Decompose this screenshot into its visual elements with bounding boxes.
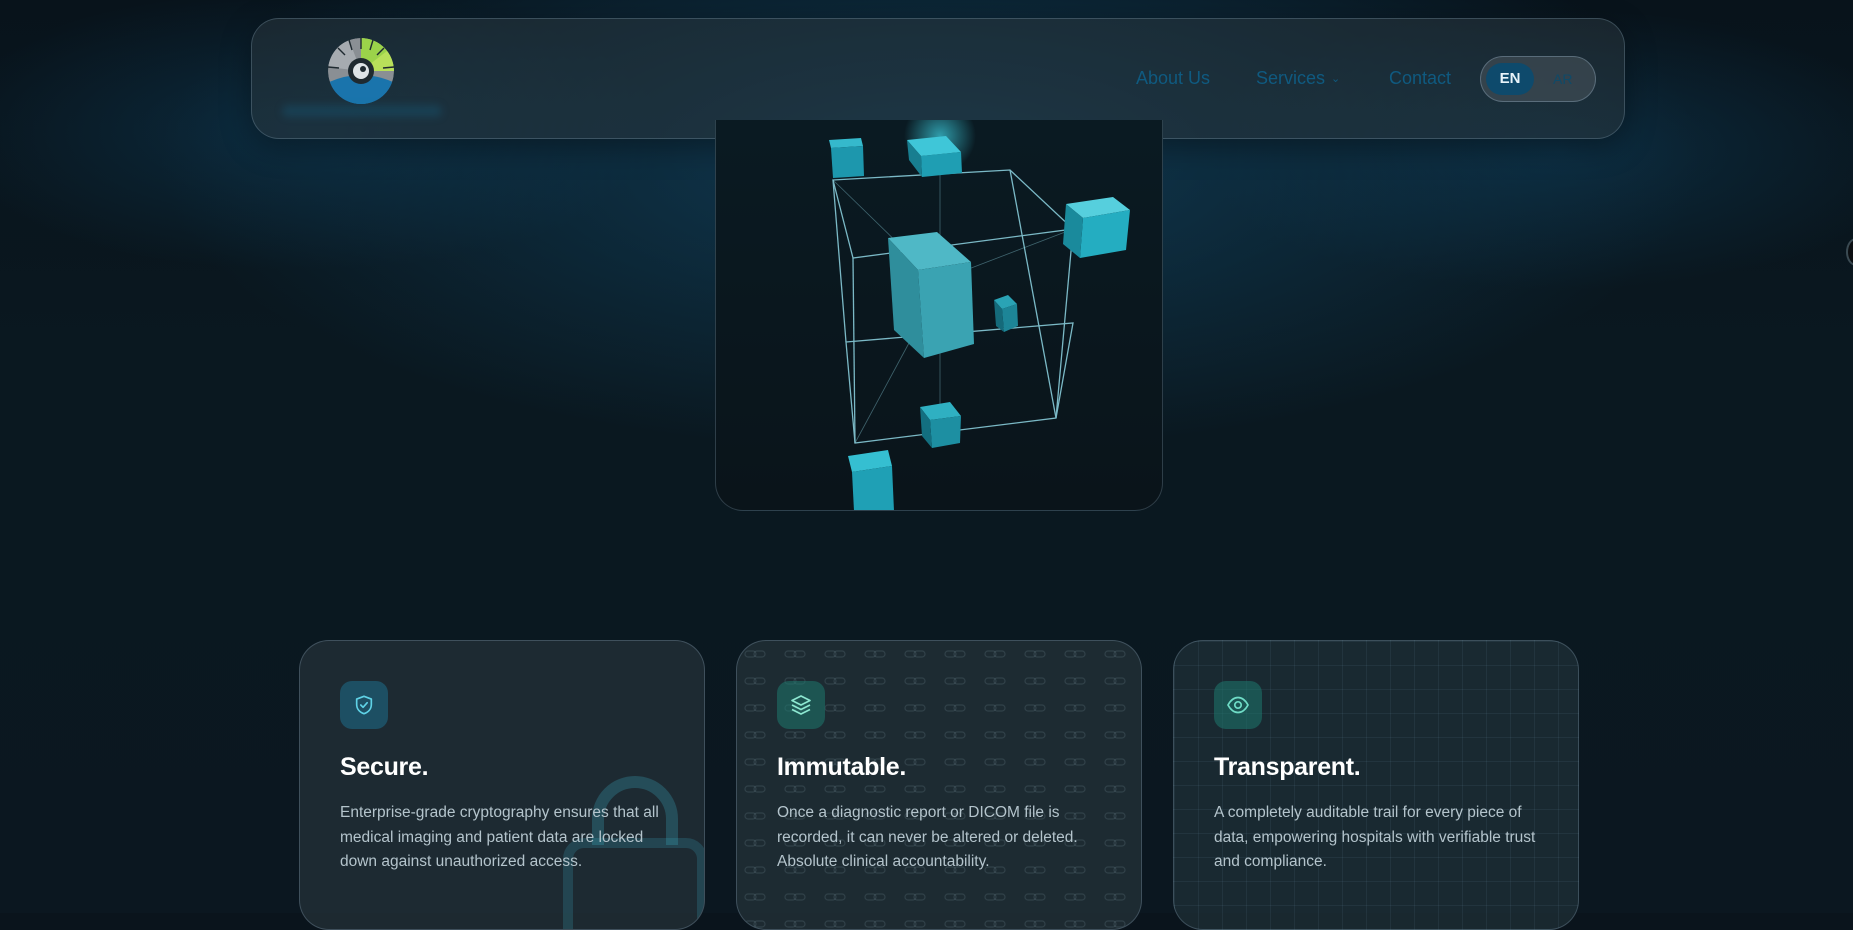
language-option-en[interactable]: EN — [1486, 63, 1534, 95]
company-logo-icon[interactable] — [327, 37, 395, 105]
feature-title: Secure. — [340, 753, 429, 781]
language-option-ar[interactable]: AR — [1553, 63, 1572, 95]
eye-icon — [1227, 696, 1249, 714]
nav-link-services[interactable]: Services ⌄ — [1256, 68, 1340, 89]
feature-description: Once a diagnostic report or DICOM file i… — [777, 804, 1078, 870]
nav-link-contact[interactable]: Contact — [1389, 68, 1451, 89]
feature-description: A completely auditable trail for every p… — [1214, 804, 1536, 870]
feature-icon-container — [1214, 681, 1262, 729]
shield-check-icon — [355, 695, 373, 715]
logo-wordmark — [282, 105, 442, 117]
feature-icon-container — [340, 681, 388, 729]
layers-icon — [791, 695, 811, 715]
hero-illustration-panel — [715, 120, 1163, 511]
feature-description: Enterprise-grade cryptography ensures th… — [340, 804, 659, 870]
nav-link-about[interactable]: About Us — [1136, 68, 1210, 89]
feature-card-transparent: Transparent. A completely auditable trai… — [1173, 640, 1579, 930]
feature-card-immutable: Immutable. Once a diagnostic report or D… — [736, 640, 1142, 930]
blockchain-cube-illustration — [829, 120, 1130, 510]
chevron-down-icon: ⌄ — [1331, 73, 1341, 85]
feature-card-secure: Secure. Enterprise-grade cryptography en… — [299, 640, 705, 930]
language-toggle[interactable]: EN AR — [1480, 56, 1596, 102]
feature-icon-container — [777, 681, 825, 729]
feature-title: Transparent. — [1214, 753, 1361, 781]
feature-title: Immutable. — [777, 753, 906, 781]
nav-services-label: Services — [1256, 68, 1326, 88]
